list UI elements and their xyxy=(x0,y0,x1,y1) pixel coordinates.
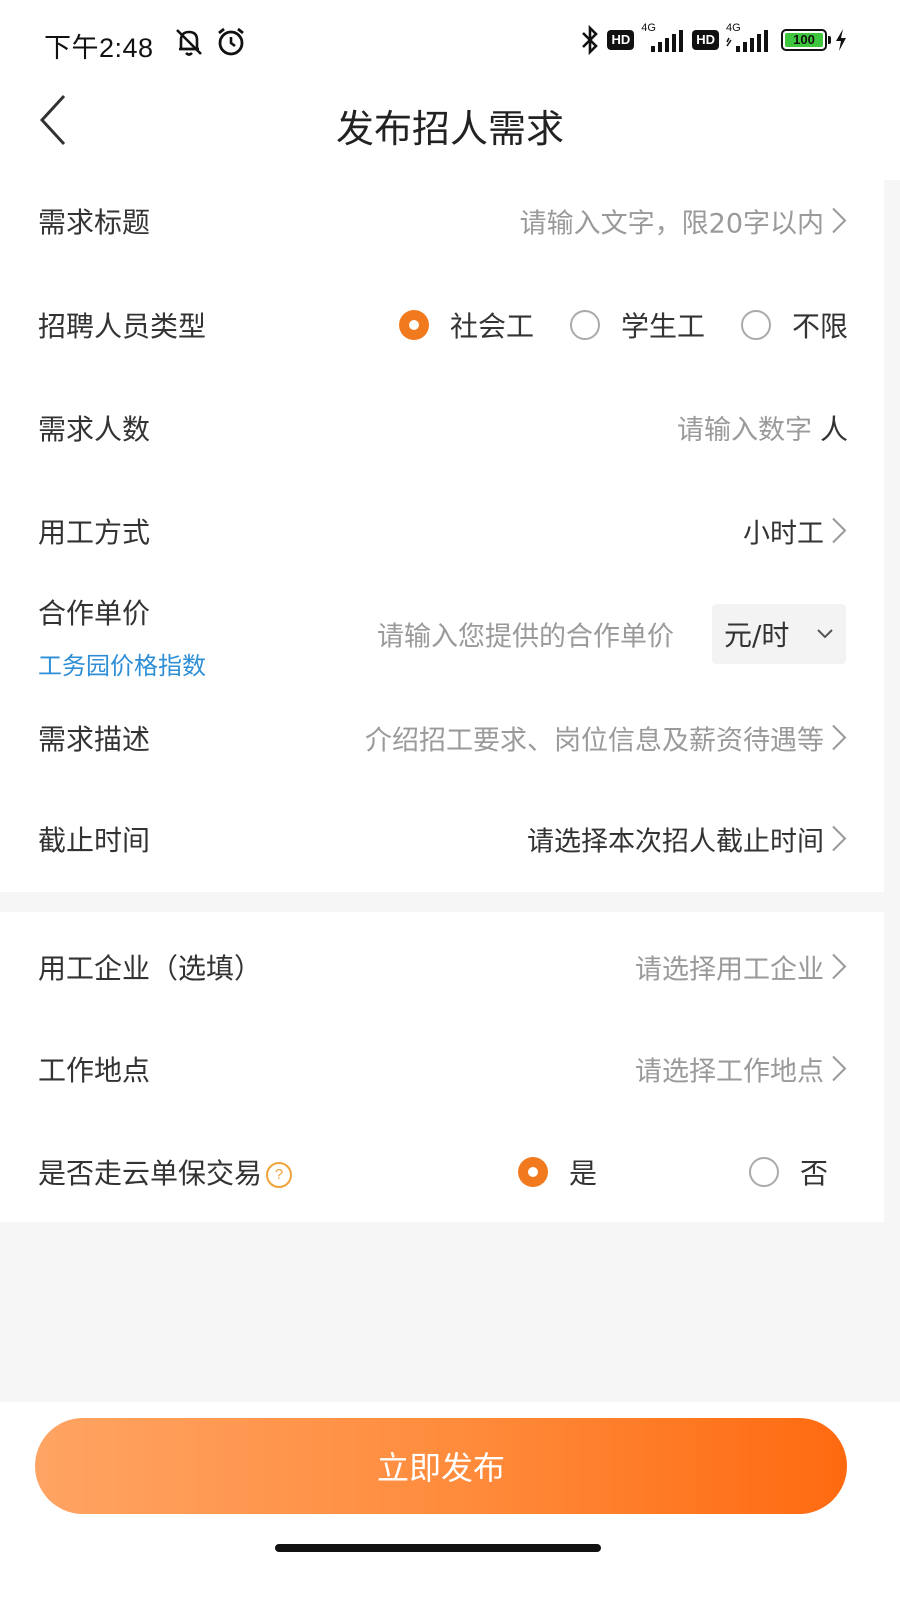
company-row[interactable]: 用工企业（选填） 请选择用工企业 xyxy=(0,915,884,1018)
title-input[interactable]: 请输入文字，限20字以内 xyxy=(520,201,848,240)
count-input[interactable]: 请输入数字 人 xyxy=(677,408,848,448)
radio-social[interactable]: 社会工 xyxy=(398,305,534,345)
count-row: 需求人数 请输入数字 人 xyxy=(0,376,884,479)
radio-yes[interactable]: 是 xyxy=(517,1152,597,1192)
hd-badge: HD xyxy=(607,30,635,50)
radio-selected-icon xyxy=(517,1156,548,1187)
help-icon[interactable]: ? xyxy=(266,1161,293,1188)
radio-unselected-icon xyxy=(748,1156,779,1187)
desc-row[interactable]: 需求描述 介绍招工要求、岗位信息及薪资待遇等 xyxy=(0,686,884,789)
charging-icon xyxy=(836,29,846,51)
home-indicator[interactable] xyxy=(275,1544,601,1552)
bluetooth-icon xyxy=(582,24,599,56)
guarantee-label: 是否走云单保交易? xyxy=(38,1152,293,1192)
unit-select[interactable]: 元/时 xyxy=(712,604,846,664)
chevron-right-icon xyxy=(832,953,847,980)
radio-selected-icon xyxy=(398,309,429,340)
chevron-right-icon xyxy=(832,724,847,751)
chevron-right-icon xyxy=(832,207,847,234)
status-bar: 下午2:48 HD 4G HD 4G 100 xyxy=(0,0,900,88)
count-unit: 人 xyxy=(819,412,848,446)
location-row[interactable]: 工作地点 请选择工作地点 xyxy=(0,1017,884,1120)
form-card-extra: 用工企业（选填） 请选择用工企业 工作地点 请选择工作地点 是否走云单保交易? … xyxy=(0,912,884,1222)
company-input[interactable]: 请选择用工企业 xyxy=(635,947,848,986)
count-label: 需求人数 xyxy=(38,412,151,446)
form-card-main: 需求标题 请输入文字，限20字以内 招聘人员类型 社会工 学生工 不限 需求人数 xyxy=(0,180,884,892)
guarantee-radio-group: 是 否 xyxy=(517,1152,828,1192)
mute-icon xyxy=(176,29,202,56)
radio-no[interactable]: 否 xyxy=(748,1152,828,1192)
chevron-right-icon xyxy=(832,1055,847,1082)
desc-label: 需求描述 xyxy=(38,722,151,756)
location-label: 工作地点 xyxy=(38,1053,151,1087)
price-row: 合作单价 工务园价格指数 请输入您提供的合作单价 元/时 xyxy=(0,582,884,686)
signal-icon-2: 4G xyxy=(726,22,774,54)
publish-button[interactable]: 立即发布 xyxy=(35,1418,847,1514)
company-label: 用工企业（选填） xyxy=(38,951,263,985)
radio-unlimited[interactable]: 不限 xyxy=(740,305,848,345)
deadline-label: 截止时间 xyxy=(38,823,151,857)
chevron-right-icon xyxy=(832,517,847,544)
desc-input[interactable]: 介绍招工要求、岗位信息及薪资待遇等 xyxy=(365,718,848,757)
guarantee-row: 是否走云单保交易? 是 否 xyxy=(0,1120,884,1223)
radio-student[interactable]: 学生工 xyxy=(569,305,705,345)
page-title: 发布招人需求 xyxy=(335,107,564,151)
title-row[interactable]: 需求标题 请输入文字，限20字以内 xyxy=(0,169,884,272)
mode-row[interactable]: 用工方式 小时工 xyxy=(0,479,884,582)
status-time: 下午2:48 xyxy=(44,33,154,63)
price-label: 合作单价 xyxy=(38,597,151,630)
radio-unselected-icon xyxy=(740,309,771,340)
bottom-bar: 立即发布 xyxy=(0,1402,900,1600)
battery-icon: 100 xyxy=(781,29,831,51)
signal-icon: 4G xyxy=(641,22,685,54)
mode-value[interactable]: 小时工 xyxy=(743,511,848,550)
top-nav: 发布招人需求 xyxy=(0,88,900,180)
title-label: 需求标题 xyxy=(38,205,151,239)
alarm-icon xyxy=(218,27,244,56)
chevron-down-icon xyxy=(817,629,833,639)
radio-unselected-icon xyxy=(569,309,600,340)
price-input[interactable]: 请输入您提供的合作单价 xyxy=(377,615,674,654)
deadline-input[interactable]: 请选择本次招人截止时间 xyxy=(527,819,848,858)
type-label: 招聘人员类型 xyxy=(38,309,207,343)
mode-label: 用工方式 xyxy=(38,515,151,549)
type-row: 招聘人员类型 社会工 学生工 不限 xyxy=(0,273,884,376)
deadline-row[interactable]: 截止时间 请选择本次招人截止时间 xyxy=(0,787,884,890)
location-input[interactable]: 请选择工作地点 xyxy=(635,1049,848,1088)
type-radio-group: 社会工 学生工 不限 xyxy=(398,305,848,345)
hd-badge-2: HD xyxy=(692,30,719,50)
chevron-right-icon xyxy=(832,825,847,852)
price-index-link[interactable]: 工务园价格指数 xyxy=(38,646,206,681)
